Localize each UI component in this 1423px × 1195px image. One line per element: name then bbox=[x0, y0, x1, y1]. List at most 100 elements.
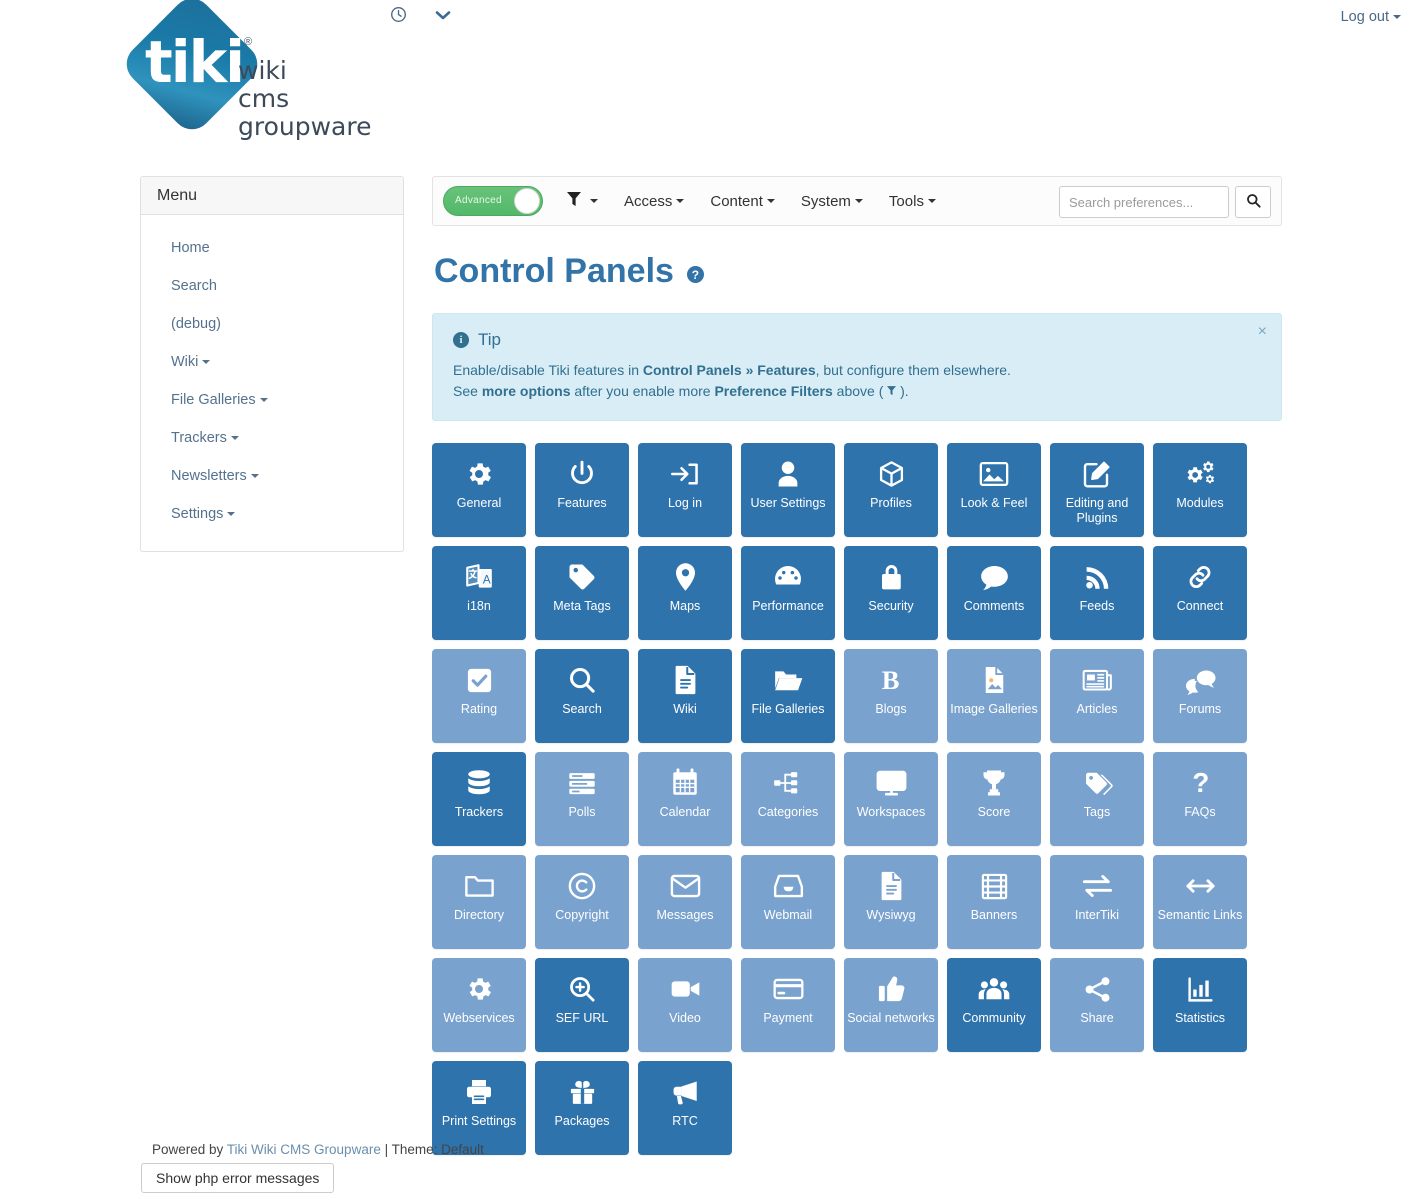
tile-webservices[interactable]: Webservices bbox=[432, 958, 526, 1052]
tile-security[interactable]: Security bbox=[844, 546, 938, 640]
logo-tagline-wiki: wiki bbox=[238, 56, 287, 85]
tile-directory[interactable]: Directory bbox=[432, 855, 526, 949]
tile-faqs[interactable]: ? FAQs bbox=[1153, 752, 1247, 846]
menu-content[interactable]: Content bbox=[710, 193, 775, 210]
sidebar-item-debug[interactable]: (debug) bbox=[141, 305, 403, 343]
tile-label: Feeds bbox=[1079, 599, 1115, 613]
tile-profiles[interactable]: Profiles bbox=[844, 443, 938, 537]
tile-packages[interactable]: Packages bbox=[535, 1061, 629, 1155]
menu-system[interactable]: System bbox=[801, 193, 863, 210]
tile-video[interactable]: Video bbox=[638, 958, 732, 1052]
tile-tags[interactable]: Tags bbox=[1050, 752, 1144, 846]
tile-rating[interactable]: Rating bbox=[432, 649, 526, 743]
tile-performance[interactable]: Performance bbox=[741, 546, 835, 640]
tile-payment[interactable]: Payment bbox=[741, 958, 835, 1052]
tile-sef-url[interactable]: SEF URL bbox=[535, 958, 629, 1052]
site-logo[interactable]: tiki ® wiki cms groupware bbox=[118, 0, 440, 150]
tile-community[interactable]: Community bbox=[947, 958, 1041, 1052]
tile-modules[interactable]: Modules bbox=[1153, 443, 1247, 537]
tile-intertiki[interactable]: InterTiki bbox=[1050, 855, 1144, 949]
tile-file-galleries[interactable]: File Galleries bbox=[741, 649, 835, 743]
sidebar-item-search[interactable]: Search bbox=[141, 267, 403, 305]
logout-label: Log out bbox=[1340, 9, 1389, 25]
tile-label: Semantic Links bbox=[1157, 908, 1243, 922]
tile-label: Search bbox=[562, 702, 602, 716]
tile-connect[interactable]: Connect bbox=[1153, 546, 1247, 640]
help-icon[interactable]: ? bbox=[686, 266, 704, 283]
tile-maps[interactable]: Maps bbox=[638, 546, 732, 640]
tile-label: Workspaces bbox=[856, 805, 926, 819]
sidebar-item-home[interactable]: Home bbox=[141, 229, 403, 267]
tile-log-in[interactable]: Log in bbox=[638, 443, 732, 537]
tile-print-settings[interactable]: Print Settings bbox=[432, 1061, 526, 1155]
preference-filter-button[interactable] bbox=[567, 192, 598, 210]
tile-wiki[interactable]: Wiki bbox=[638, 649, 732, 743]
chain-icon bbox=[1185, 560, 1215, 594]
tile-semantic-links[interactable]: Semantic Links bbox=[1153, 855, 1247, 949]
tile-share[interactable]: Share bbox=[1050, 958, 1144, 1052]
tile-i18n[interactable]: Ai18n bbox=[432, 546, 526, 640]
tile-copyright[interactable]: Copyright bbox=[535, 855, 629, 949]
tile-features[interactable]: Features bbox=[535, 443, 629, 537]
tile-general[interactable]: General bbox=[432, 443, 526, 537]
search-input[interactable] bbox=[1059, 186, 1229, 218]
tile-workspaces[interactable]: Workspaces bbox=[844, 752, 938, 846]
search-group bbox=[1059, 186, 1271, 218]
svg-text:?: ? bbox=[1192, 768, 1209, 798]
question-icon: ? bbox=[1188, 766, 1212, 800]
tile-calendar[interactable]: Calendar bbox=[638, 752, 732, 846]
tile-comments[interactable]: Comments bbox=[947, 546, 1041, 640]
tile-messages[interactable]: Messages bbox=[638, 855, 732, 949]
tile-articles[interactable]: Articles bbox=[1050, 649, 1144, 743]
tile-label: InterTiki bbox=[1075, 908, 1119, 922]
tile-search[interactable]: Search bbox=[535, 649, 629, 743]
sidebar-item-file-galleries[interactable]: File Galleries bbox=[141, 381, 403, 419]
tile-forums[interactable]: Forums bbox=[1153, 649, 1247, 743]
tile-polls[interactable]: Polls bbox=[535, 752, 629, 846]
search-icon bbox=[568, 663, 597, 697]
menu-access[interactable]: Access bbox=[624, 193, 685, 210]
close-icon[interactable]: × bbox=[1258, 324, 1267, 340]
tile-label: Rating bbox=[460, 702, 498, 716]
tile-label: Packages bbox=[554, 1114, 610, 1128]
tile-meta-tags[interactable]: Meta Tags bbox=[535, 546, 629, 640]
comments-icon bbox=[1185, 663, 1216, 697]
tile-image-galleries[interactable]: Image Galleries bbox=[947, 649, 1041, 743]
tile-label: Banners bbox=[970, 908, 1018, 922]
tile-feeds[interactable]: Feeds bbox=[1050, 546, 1144, 640]
tile-editing-and-plugins[interactable]: Editing and Plugins bbox=[1050, 443, 1144, 537]
tile-social-networks[interactable]: Social networks bbox=[844, 958, 938, 1052]
logout-link[interactable]: Log out bbox=[1341, 9, 1401, 25]
tile-look-feel[interactable]: Look & Feel bbox=[947, 443, 1041, 537]
caret-down-icon bbox=[259, 398, 268, 403]
search-submit-button[interactable] bbox=[1235, 186, 1271, 218]
print-icon bbox=[464, 1075, 494, 1109]
tile-wysiwyg[interactable]: Wysiwyg bbox=[844, 855, 938, 949]
tile-blogs[interactable]: B Blogs bbox=[844, 649, 938, 743]
tile-rtc[interactable]: RTC bbox=[638, 1061, 732, 1155]
sidebar-item-wiki[interactable]: Wiki bbox=[141, 343, 403, 381]
footer-tiki-link[interactable]: Tiki Wiki CMS Groupware bbox=[227, 1142, 381, 1157]
page-title: Control Panels ? bbox=[434, 252, 1282, 291]
lock-icon bbox=[878, 560, 905, 594]
folder-open-icon bbox=[773, 663, 804, 697]
show-php-errors-button[interactable]: Show php error messages bbox=[141, 1163, 335, 1193]
tile-statistics[interactable]: Statistics bbox=[1153, 958, 1247, 1052]
footer: Powered by Tiki Wiki CMS Groupware | The… bbox=[152, 1142, 484, 1157]
tile-score[interactable]: Score bbox=[947, 752, 1041, 846]
tile-categories[interactable]: Categories bbox=[741, 752, 835, 846]
caret-down-icon bbox=[590, 199, 598, 203]
tip-alert: × i Tip Enable/disable Tiki features in … bbox=[432, 313, 1282, 421]
sidebar-item-newsletters[interactable]: Newsletters bbox=[141, 457, 403, 495]
sidebar-item-label: Home bbox=[171, 240, 210, 256]
sidebar-item-trackers[interactable]: Trackers bbox=[141, 419, 403, 457]
menu-tools[interactable]: Tools bbox=[889, 193, 936, 210]
tile-trackers[interactable]: Trackers bbox=[432, 752, 526, 846]
sidebar-item-settings[interactable]: Settings bbox=[141, 495, 403, 533]
advanced-toggle[interactable]: Advanced bbox=[443, 186, 543, 216]
tile-user-settings[interactable]: User Settings bbox=[741, 443, 835, 537]
tile-webmail[interactable]: Webmail bbox=[741, 855, 835, 949]
sidebar-item-label: Search bbox=[171, 278, 217, 294]
tile-banners[interactable]: Banners bbox=[947, 855, 1041, 949]
tile-label: Wiki bbox=[673, 702, 697, 716]
